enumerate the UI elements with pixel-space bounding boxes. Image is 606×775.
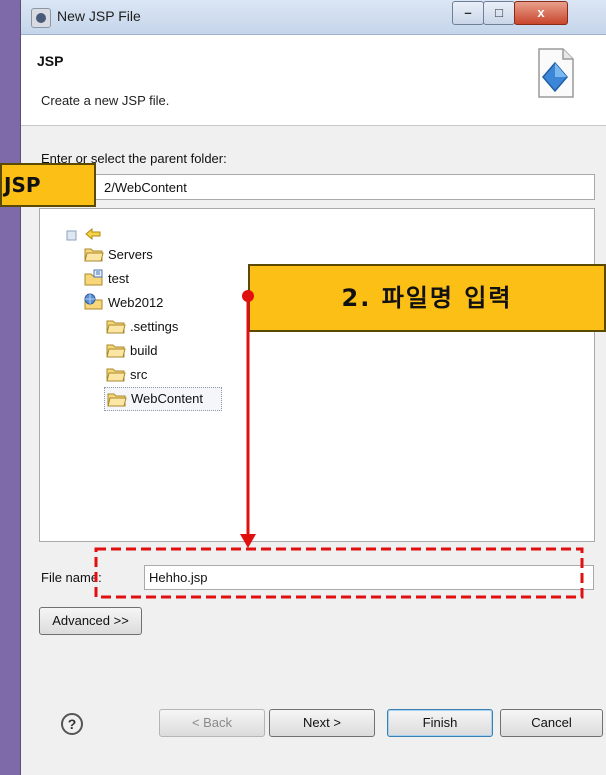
tree-item-build[interactable]: build [106,341,206,361]
tree-item-label: .settings [130,319,179,334]
folder-icon [107,393,127,407]
maximize-icon: □ [495,5,503,20]
tree-item-label: src [130,367,148,382]
minimize-button[interactable]: – [452,1,484,25]
tree-item-label: WebContent [131,391,204,406]
tree-item-label: Servers [108,247,153,262]
close-icon: x [537,5,545,20]
folder-icon [84,248,104,262]
help-icon[interactable]: ? [61,713,83,735]
back-button[interactable]: < Back [159,709,265,737]
parent-folder-value: 2/WebContent [104,180,187,195]
tree-item-servers[interactable]: Servers [84,245,184,265]
wizard-description: Create a new JSP file. [41,93,170,108]
minimize-icon: – [464,5,472,20]
title-bar: New JSP File – □ x [21,0,606,35]
close-button[interactable]: x [514,1,568,25]
finish-button[interactable]: Finish [387,709,493,737]
jsp-file-wizard-icon [538,48,574,98]
annotation-callout-jsp: JSP [0,163,96,207]
folder-icon [106,320,126,334]
tree-item-src[interactable]: src [106,365,196,385]
annotation-callout-filename: 2. 파일명 입력 [248,264,606,332]
folder-icon [106,368,126,382]
parent-folder-input[interactable]: 2/WebContent [41,174,595,200]
maximize-button[interactable]: □ [483,1,515,25]
wizard-title: JSP [37,53,64,69]
tree-item-label: test [108,271,129,286]
tree-item-label: Web2012 [108,295,164,310]
tree-item-test[interactable]: test [84,269,184,289]
project-icon [84,269,103,286]
folder-tree[interactable]: Servers test Web2012 .settings build src… [39,208,595,542]
tree-item-label: build [130,343,158,358]
tree-item-settings[interactable]: .settings [106,317,216,337]
window-title: New JSP File [57,8,141,24]
tree-navigation-icon[interactable] [66,225,106,243]
advanced-button[interactable]: Advanced >> [39,607,142,635]
file-name-value: Hehho.jsp [149,570,208,585]
wizard-header: JSP Create a new JSP file. [21,35,606,126]
folder-icon [106,344,126,358]
new-jsp-file-dialog: New JSP File – □ x JSP Create a new JSP … [20,0,606,775]
eclipse-icon [31,8,51,28]
web-project-icon [84,293,103,310]
tree-item-webcontent[interactable]: WebContent [104,387,222,411]
file-name-label: File name: [41,570,102,585]
tree-item-web2012[interactable]: Web2012 [84,293,194,313]
next-button[interactable]: Next > [269,709,375,737]
file-name-input[interactable]: Hehho.jsp [144,565,594,590]
cancel-button[interactable]: Cancel [500,709,603,737]
